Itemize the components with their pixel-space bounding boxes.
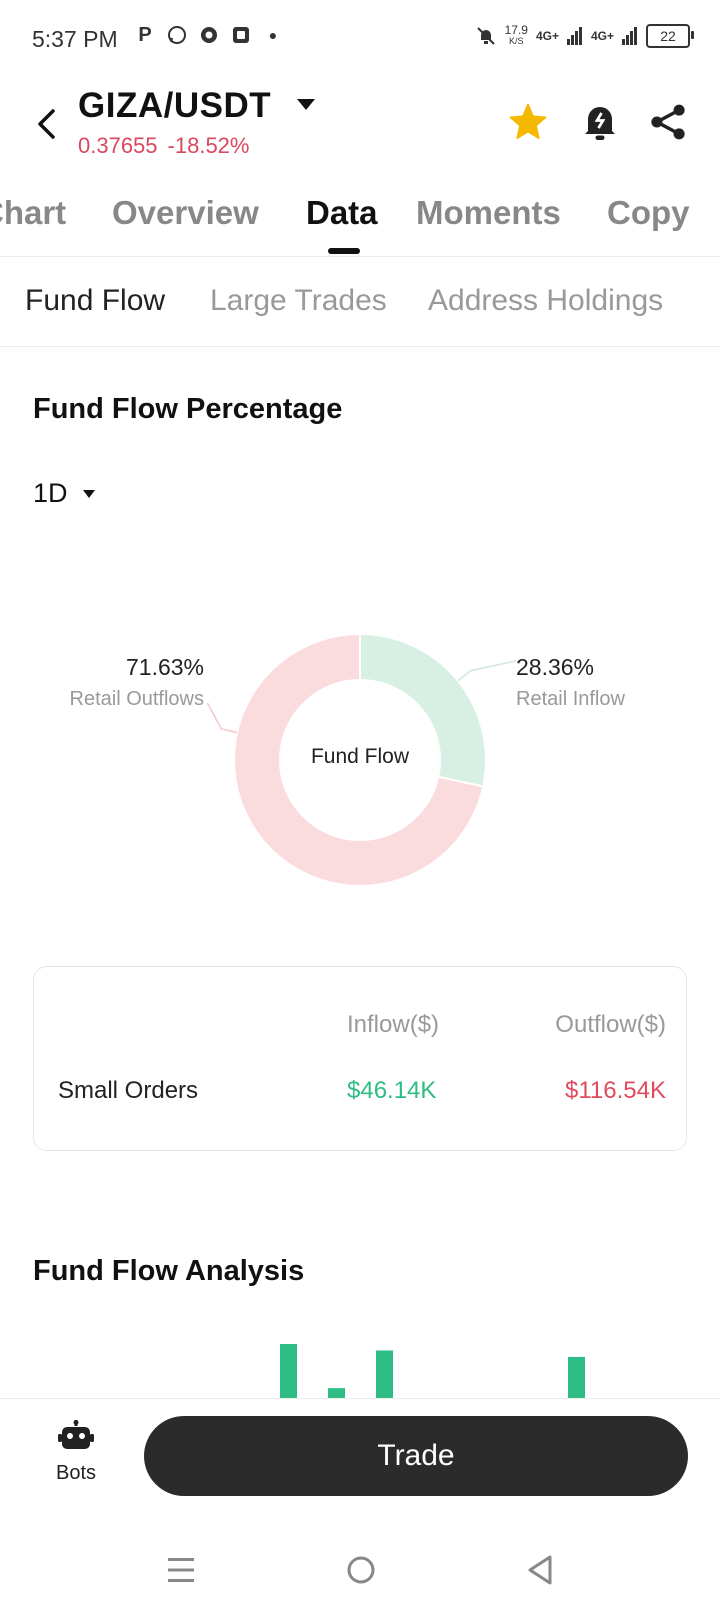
pair-title[interactable]: GIZA/USDT: [78, 86, 271, 126]
subtab-large-trades[interactable]: Large Trades: [210, 284, 387, 318]
tab-overview[interactable]: Overview: [112, 194, 259, 232]
notification-icons: P ●: [134, 24, 284, 46]
net-speed-unit: K/S: [509, 36, 524, 46]
battery-icon: 22: [646, 24, 694, 48]
outflow-column-header: Outflow($): [555, 1011, 666, 1038]
small-orders-outflow: $116.54K: [565, 1077, 666, 1104]
inflow-label: Retail Inflow: [516, 688, 625, 710]
fund-flow-percentage-title: Fund Flow Percentage: [33, 393, 343, 425]
small-orders-label: Small Orders: [58, 1077, 199, 1104]
share-button[interactable]: [646, 100, 690, 144]
fund-flow-analysis-title: Fund Flow Analysis: [33, 1255, 305, 1287]
active-tab-indicator: [328, 248, 360, 254]
more-dot-icon: ●: [268, 27, 278, 43]
inflow-column-header: Inflow($): [347, 1011, 440, 1038]
price-change: -18.52%: [167, 133, 250, 158]
inflow-leader-line: [457, 660, 517, 682]
app-icon: [230, 24, 252, 46]
caret-down-icon[interactable]: [296, 98, 316, 117]
share-icon: [651, 104, 685, 140]
back-triangle-icon[interactable]: [526, 1554, 554, 1586]
robot-icon: [58, 1420, 94, 1449]
analysis-bar: [280, 1344, 297, 1400]
recents-menu-icon[interactable]: [166, 1556, 196, 1584]
tab-moments[interactable]: Moments: [416, 194, 561, 232]
alert-bell-icon: [585, 107, 615, 140]
inflow-percent: 28.36%: [516, 654, 595, 680]
price-line: 0.37655 -18.52%: [78, 133, 259, 159]
analysis-bar: [376, 1350, 393, 1400]
net-speed-value: 17.9: [504, 23, 528, 37]
outflow-percent: 71.63%: [125, 654, 204, 680]
outflow-label: Retail Outflows: [69, 688, 205, 710]
chrome-icon: [198, 24, 220, 46]
period-selector[interactable]: 1D: [33, 478, 96, 509]
signal-bars-icon: [622, 27, 637, 45]
last-price: 0.37655: [78, 133, 158, 158]
price-alert-button[interactable]: [578, 100, 622, 144]
tab-data[interactable]: Data: [306, 194, 378, 232]
caret-down-icon: [82, 489, 95, 498]
back-button[interactable]: [26, 100, 66, 148]
main-tabs: Chart Overview Data Moments Copy: [0, 180, 720, 257]
sub-tabs: Fund Flow Large Trades Address Holdings: [0, 260, 720, 347]
status-right: 17.9 K/S 4G+ 4G+ 22: [475, 23, 694, 48]
fund-flow-analysis-bars: [280, 1344, 585, 1400]
system-nav-bar: [0, 1520, 720, 1612]
status-time: 5:37 PM: [32, 26, 118, 52]
subtab-address-holdings[interactable]: Address Holdings: [428, 284, 663, 318]
donut-center-label: Fund Flow: [310, 745, 410, 768]
analysis-bar: [568, 1356, 585, 1400]
bots-label: Bots: [55, 1462, 97, 1484]
outflow-leader-line: [206, 702, 238, 734]
fund-flow-donut: [206, 632, 517, 887]
subtab-fund-flow[interactable]: Fund Flow: [25, 284, 165, 318]
net-speed: 17.9 K/S: [504, 23, 528, 47]
period-value: 1D: [33, 478, 68, 508]
small-orders-inflow: $46.14K: [347, 1077, 437, 1104]
p-app-icon: P: [138, 23, 152, 46]
signal-bars-icon: [566, 27, 582, 45]
signal-1-label: 4G+: [535, 29, 559, 43]
signal-2-label: 4G+: [590, 29, 614, 43]
home-circle-icon[interactable]: [346, 1555, 376, 1585]
trade-button[interactable]: Trade: [144, 1416, 688, 1496]
favorite-button[interactable]: [506, 100, 550, 144]
mute-bell-icon: [476, 27, 495, 45]
tab-copy[interactable]: Copy: [607, 194, 690, 232]
tab-chart[interactable]: Chart: [0, 194, 66, 232]
bots-button[interactable]: Bots: [46, 1420, 106, 1490]
back-arrow-icon: [38, 109, 55, 139]
whatsapp-icon: [166, 24, 188, 46]
orders-card: Inflow($) Outflow($) Small Orders $46.14…: [33, 966, 687, 1151]
star-icon: [509, 103, 547, 140]
